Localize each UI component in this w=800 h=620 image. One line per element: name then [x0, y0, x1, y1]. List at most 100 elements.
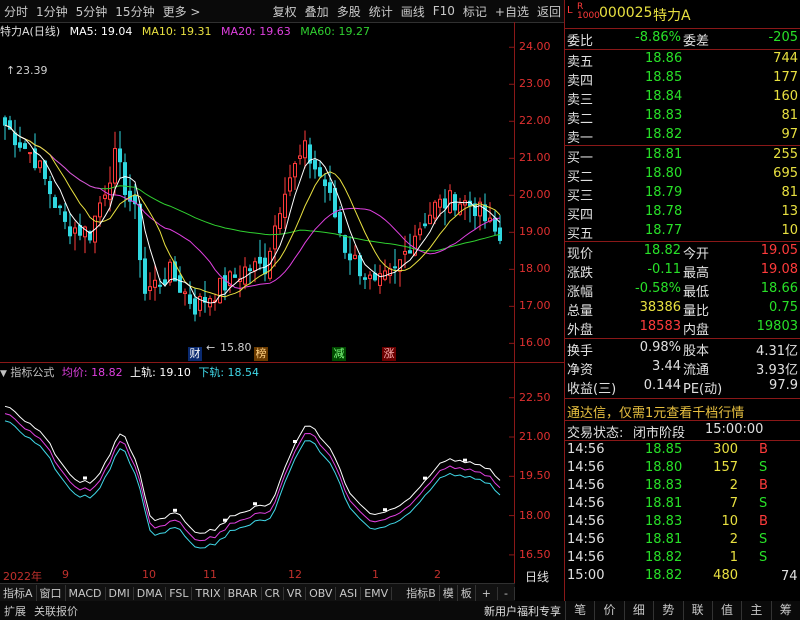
candle-body	[393, 266, 397, 269]
candle-body	[443, 198, 447, 209]
tab-macd[interactable]: MACD	[66, 586, 106, 600]
tab-indicator-b[interactable]: 指标B	[403, 585, 440, 601]
quote-tab[interactable]: 细	[623, 601, 653, 620]
tab-obv[interactable]: OBV	[306, 586, 337, 600]
low-price-label: 15.80	[220, 341, 252, 354]
candle-body	[48, 181, 52, 195]
price-tick: 17.00	[519, 299, 551, 313]
tick-row: 14:56 18.82 1 S	[567, 550, 768, 565]
tab-dmi[interactable]: DMI	[106, 586, 134, 600]
candle-body	[363, 277, 367, 280]
promo-link[interactable]: 新用户福利专享	[480, 603, 565, 619]
date-month-9: 9	[62, 568, 69, 581]
toolbar-btn-15min[interactable]: 15分钟	[111, 3, 158, 20]
signal-dot	[173, 508, 177, 512]
tab-asi[interactable]: ASI	[336, 586, 362, 600]
expand-button[interactable]: 扩展	[0, 603, 30, 619]
quote-tab[interactable]: 主	[741, 601, 770, 620]
tick-row: 14:56 18.85 300 B	[567, 442, 768, 457]
event-label-list[interactable]: 榜	[254, 347, 268, 361]
tab-vr[interactable]: VR	[284, 586, 307, 600]
tab-template[interactable]: 模	[440, 585, 458, 601]
ask-row[interactable]: 卖三 18.84 160	[565, 89, 800, 108]
toolbar-btn-f10[interactable]: F10	[429, 4, 459, 18]
toolbar-btn-more[interactable]: 更多 >	[159, 3, 205, 20]
quote-row: 涨跌 -0.11 最高 19.08	[567, 262, 798, 281]
toolbar-btn-draw-line[interactable]: 画线	[397, 3, 429, 20]
toolbar-btn-statistics[interactable]: 统计	[365, 3, 397, 20]
quote-tab[interactable]: 价	[594, 601, 623, 620]
candle-body	[113, 148, 117, 184]
toolbar-btn-mark[interactable]: 标记	[459, 3, 491, 20]
upper-band-line	[4, 405, 501, 534]
signal-dot	[293, 440, 297, 444]
event-label-reduce[interactable]: 减	[332, 347, 346, 361]
tab-dma[interactable]: DMA	[134, 586, 167, 600]
event-label-rise[interactable]: 涨	[382, 347, 396, 361]
price-tick: 19.00	[519, 225, 551, 239]
toolbar-btn-multi-stock[interactable]: 多股	[333, 3, 365, 20]
candle-body	[178, 275, 182, 293]
bid-row[interactable]: 买五 18.77 10	[565, 223, 800, 242]
date-month-1: 1	[372, 568, 379, 581]
price-tick: 24.00	[519, 40, 551, 54]
signal-dot	[223, 518, 227, 522]
toolbar-btn-1min[interactable]: 1分钟	[32, 3, 72, 20]
tab-cr[interactable]: CR	[262, 586, 284, 600]
toolbar-btn-timeshare[interactable]: 分时	[0, 3, 32, 20]
bid-row[interactable]: 买四 18.78 13	[565, 204, 800, 223]
related-quotes-button[interactable]: 关联报价	[30, 603, 82, 619]
chevron-down-icon[interactable]: ▼	[0, 369, 7, 379]
quote-row: 总量 38386 量比 0.75	[567, 300, 798, 319]
tick-row: 14:56 18.83 10 B	[567, 514, 768, 529]
quote-row: 涨幅 -0.58% 最低 18.66	[567, 281, 798, 300]
indicator-chart[interactable]	[0, 382, 515, 568]
tab-emv[interactable]: EMV	[361, 586, 393, 600]
tab-fsl[interactable]: FSL	[166, 586, 193, 600]
toolbar-btn-5min[interactable]: 5分钟	[72, 3, 112, 20]
tab-indicator-a[interactable]: 指标A	[0, 585, 37, 601]
quote-tab[interactable]: 势	[653, 601, 682, 620]
date-month-12: 12	[288, 568, 302, 581]
quote-tab[interactable]: 值	[711, 601, 741, 620]
candle-body	[328, 182, 332, 193]
candle-body	[433, 201, 437, 219]
bid-row[interactable]: 买二 18.80 695	[565, 166, 800, 185]
bid-row[interactable]: 买三 18.79 81	[565, 185, 800, 204]
candle-body	[483, 204, 487, 222]
toolbar-btn-overlay[interactable]: 叠加	[301, 3, 333, 20]
ask-row[interactable]: 卖二 18.83 81	[565, 108, 800, 127]
tab-brar[interactable]: BRAR	[225, 586, 262, 600]
zoom-in-button[interactable]: +	[476, 586, 499, 600]
quote-tab[interactable]: 筹	[770, 601, 800, 620]
quote-tab[interactable]: 联	[682, 601, 712, 620]
order-ratio-row: 委比 -8.86% 委差 -205	[567, 30, 798, 49]
period-daily-label[interactable]: 日线	[525, 568, 549, 585]
tick-row: 14:56 18.81 7 S	[567, 496, 768, 511]
kline-chart[interactable]: ↑ 23.39 ← 15.80	[0, 38, 515, 360]
candle-body	[193, 298, 197, 315]
ask-row[interactable]: 卖一 18.82 97	[565, 127, 800, 146]
indicator-title[interactable]: 指标公式	[10, 366, 54, 379]
ad-banner[interactable]: 通达信，仅需1元查看千档行情	[565, 402, 800, 421]
ma10-label: MA10: 19.31	[141, 25, 212, 38]
stat-row: 收益(三) 0.144 PE(动) 97.9	[567, 378, 798, 397]
toolbar-btn-add-watchlist[interactable]: +自选	[491, 3, 533, 20]
tab-board[interactable]: 板	[458, 585, 476, 601]
quote-tab[interactable]: 笔	[565, 601, 594, 620]
zoom-out-button[interactable]: -	[498, 586, 515, 600]
tab-window[interactable]: 窗口	[37, 585, 66, 601]
ask-row[interactable]: 卖五 18.86 744	[565, 51, 800, 70]
candle-body	[303, 140, 307, 159]
event-label-finance[interactable]: 财	[188, 347, 202, 361]
toolbar-btn-back[interactable]: 返回	[533, 3, 565, 20]
candle-body	[323, 179, 327, 187]
bid-row[interactable]: 买一 18.81 255	[565, 147, 800, 166]
tab-trix[interactable]: TRIX	[192, 586, 225, 600]
price-tick: 20.00	[519, 188, 551, 202]
price-tick: 16.00	[519, 336, 551, 350]
price-tick: 21.00	[519, 151, 551, 165]
ask-row[interactable]: 卖四 18.85 177	[565, 70, 800, 89]
candle-body	[418, 228, 422, 236]
toolbar-btn-restore-rights[interactable]: 复权	[269, 3, 301, 20]
